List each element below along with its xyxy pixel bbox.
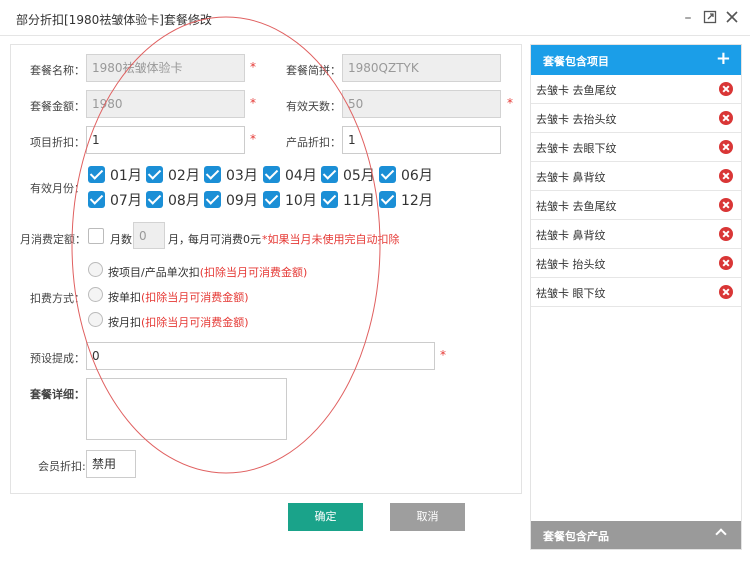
annotation-oval: [71, 16, 381, 474]
